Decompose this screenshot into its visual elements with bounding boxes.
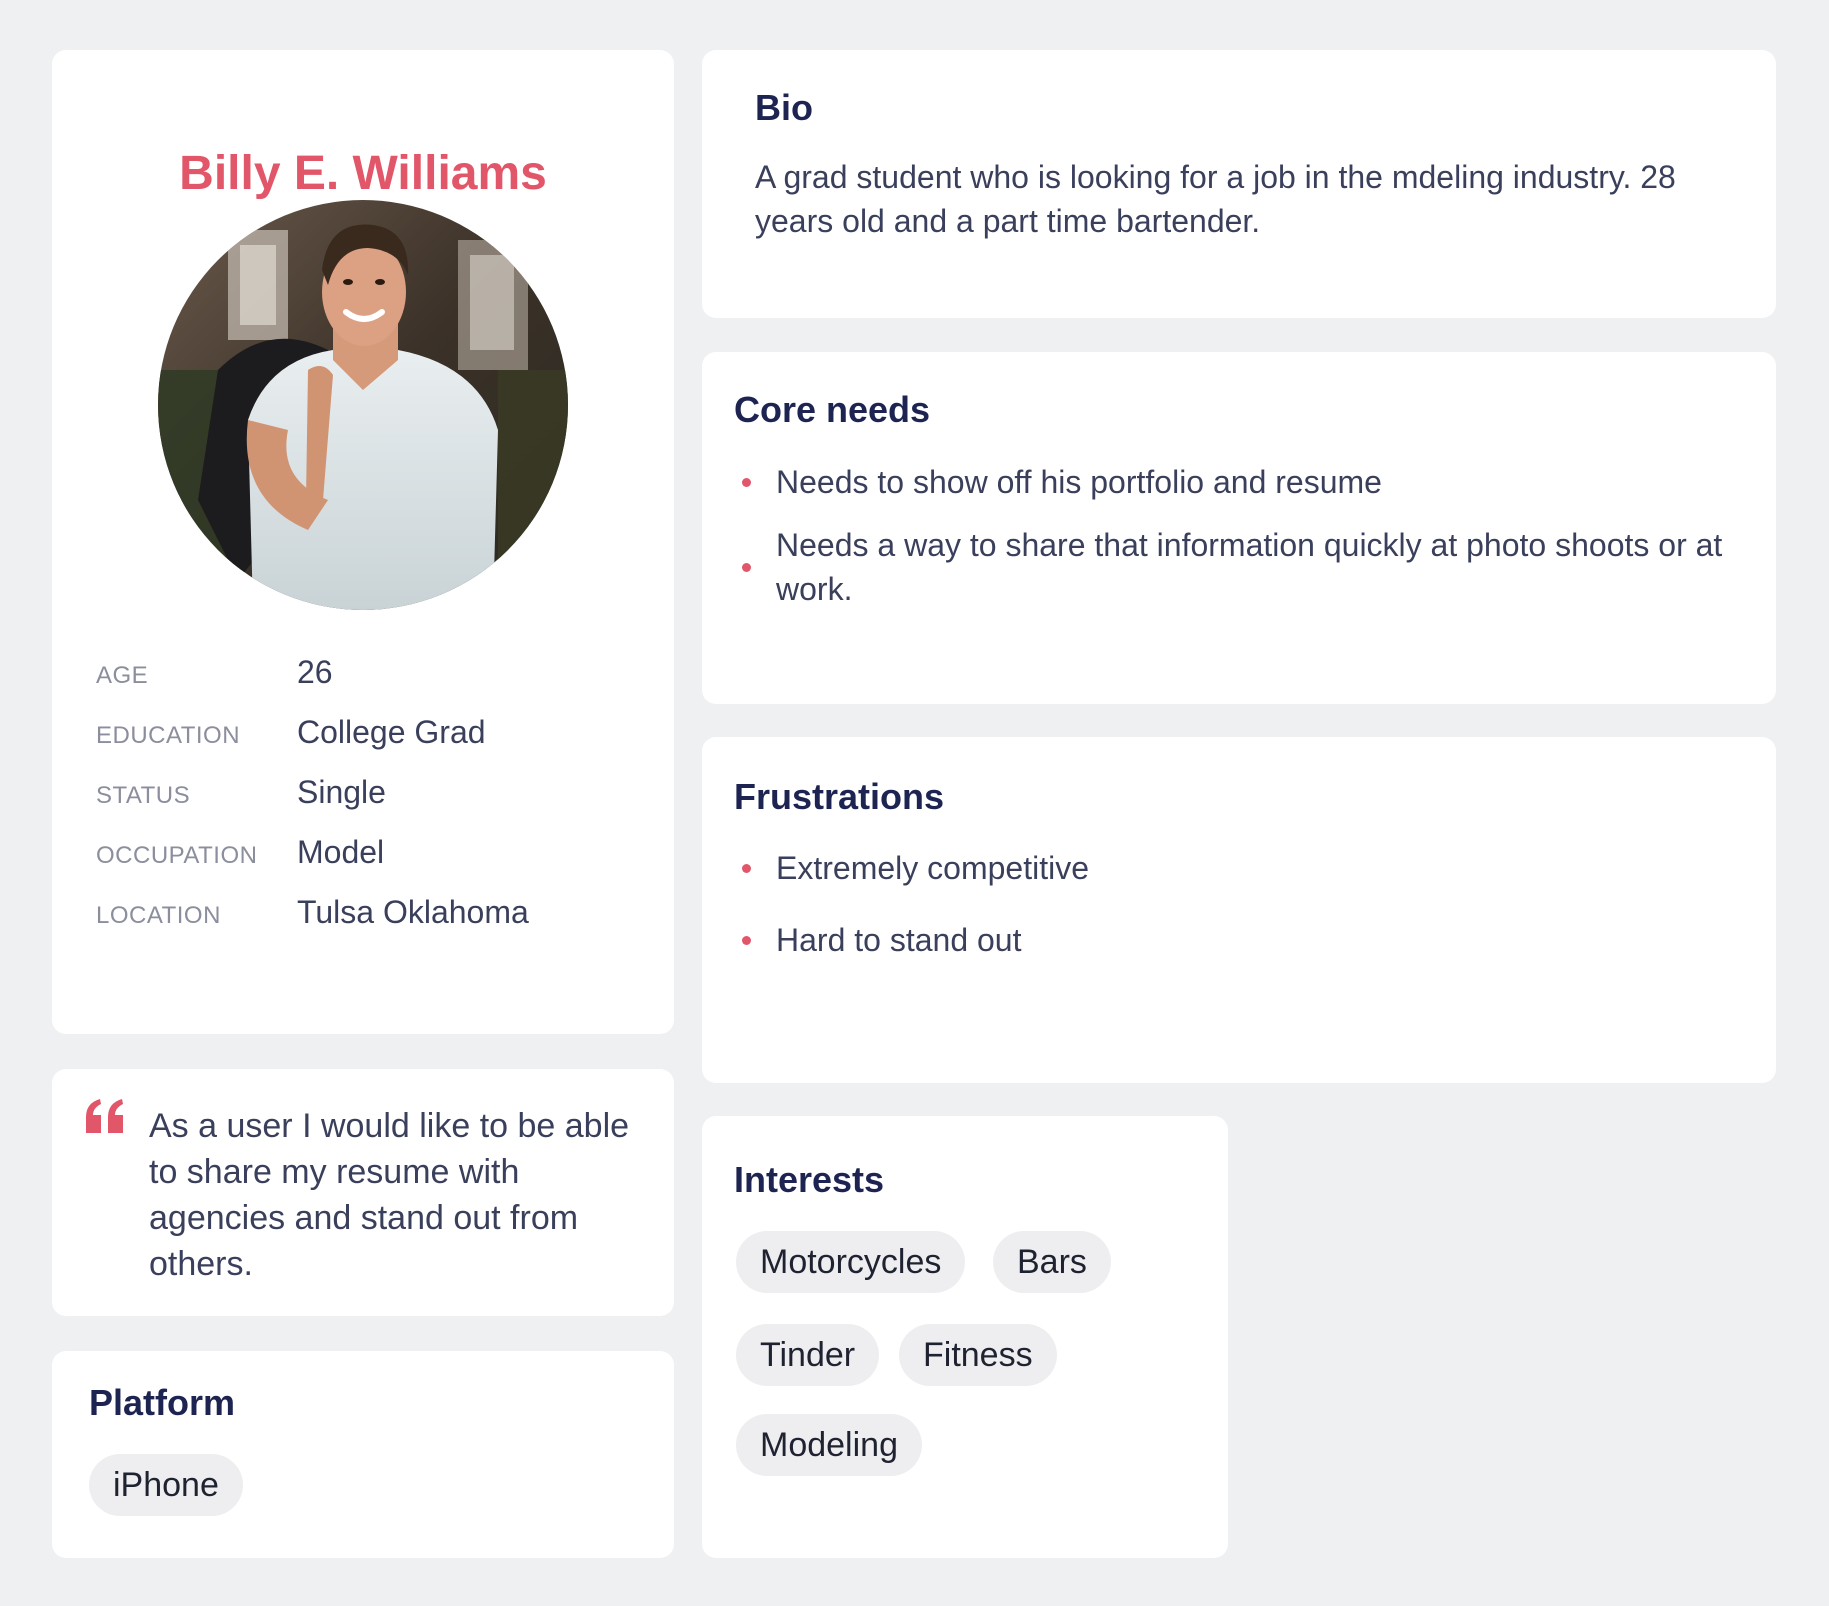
detail-value: 26 — [297, 654, 333, 690]
interest-chip: Modeling — [736, 1414, 922, 1476]
detail-value: Tulsa Oklahoma — [297, 894, 529, 930]
profile-card: Billy E. Williams AGE 26 EDUCATION Colle… — [52, 50, 674, 1034]
core-needs-title: Core needs — [734, 389, 931, 430]
detail-value: Single — [297, 774, 386, 810]
avatar-photo — [158, 200, 568, 610]
detail-row-occupation: OCCUPATION Model — [96, 834, 656, 874]
detail-label: OCCUPATION — [96, 842, 258, 869]
quote-text: As a user I would like to be able to sha… — [149, 1107, 630, 1283]
core-needs-card: Core needs Needs to show off his portfol… — [702, 352, 1776, 704]
frustrations-item: Hard to stand out — [776, 922, 1022, 958]
frustrations-item: Extremely competitive — [776, 850, 1089, 886]
interest-chip: Fitness — [899, 1324, 1057, 1386]
platform-title: Platform — [89, 1382, 236, 1423]
interest-chip: Bars — [993, 1231, 1111, 1293]
detail-row-age: AGE 26 — [96, 654, 656, 694]
detail-value: College Grad — [297, 714, 486, 750]
platform-card: Platform iPhone — [52, 1351, 674, 1558]
quote-card: As a user I would like to be able to sha… — [52, 1069, 674, 1316]
bio-title: Bio — [755, 87, 813, 128]
bio-text: A grad student who is looking for a job … — [755, 159, 1676, 239]
interests-card: Interests Motorcycles Bars Tinder Fitnes… — [702, 1116, 1228, 1558]
frustrations-card: Frustrations Extremely competitive Hard … — [702, 737, 1776, 1083]
core-needs-item: Needs a way to share that information qu… — [776, 527, 1723, 607]
bio-card: Bio A grad student who is looking for a … — [702, 50, 1776, 318]
bullet-icon — [742, 864, 751, 873]
interest-chip: Motorcycles — [736, 1231, 966, 1293]
bullet-icon — [742, 936, 751, 945]
detail-label: AGE — [96, 662, 149, 689]
detail-label: STATUS — [96, 782, 191, 809]
detail-label: EDUCATION — [96, 722, 241, 749]
quote-icon — [84, 1099, 126, 1140]
detail-value: Model — [297, 834, 385, 870]
detail-row-education: EDUCATION College Grad — [96, 714, 656, 754]
avatar — [158, 200, 568, 610]
frustrations-title: Frustrations — [734, 776, 945, 817]
bullet-icon — [742, 478, 751, 487]
platform-chip: iPhone — [89, 1454, 243, 1516]
detail-label: LOCATION — [96, 902, 221, 929]
persona-name: Billy E. Williams — [179, 147, 547, 200]
detail-row-status: STATUS Single — [96, 774, 656, 814]
interests-title: Interests — [734, 1159, 885, 1200]
detail-row-location: LOCATION Tulsa Oklahoma — [96, 894, 656, 934]
core-needs-item: Needs to show off his portfolio and resu… — [776, 464, 1382, 500]
interest-chip: Tinder — [736, 1324, 880, 1386]
bullet-icon — [742, 563, 751, 572]
